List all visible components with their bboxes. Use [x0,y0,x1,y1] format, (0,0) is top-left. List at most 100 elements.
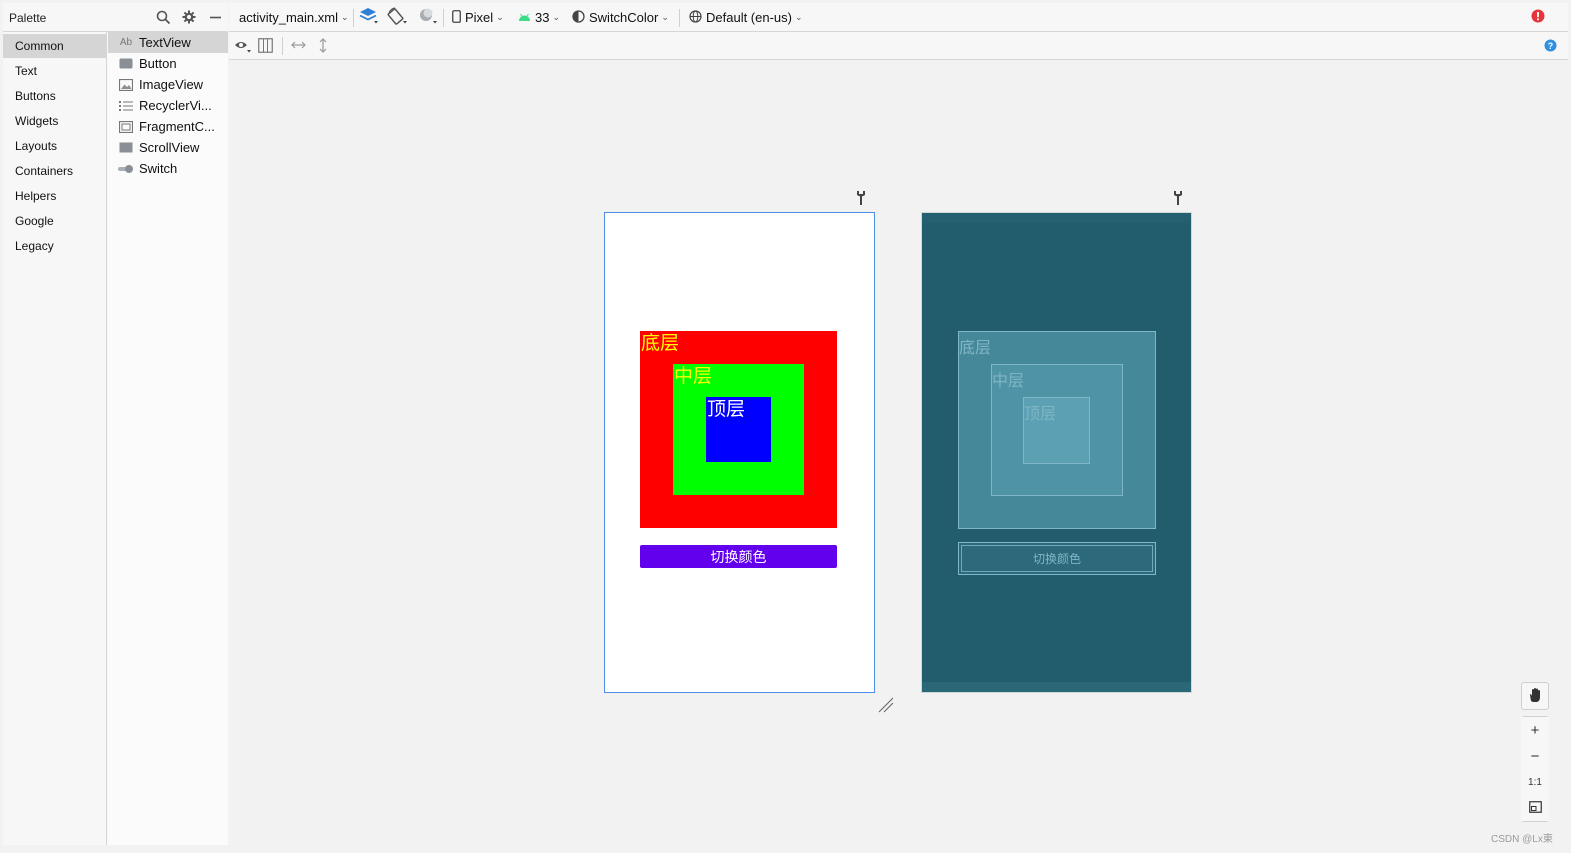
zoom-out-button[interactable]: − [1521,743,1549,769]
category-helpers[interactable]: Helpers [3,184,106,208]
blueprint-top-label: 顶层 [1024,406,1057,423]
palette-panel: Palette Common Text Buttons Widgets Layo… [3,3,228,845]
category-buttons[interactable]: Buttons [3,84,106,108]
scrollview-icon [118,141,134,155]
palette-categories: Common Text Buttons Widgets Layouts Cont… [3,32,107,845]
image-icon [118,78,134,92]
component-textview[interactable]: Ab TextView [108,32,228,53]
night-mode-button[interactable] [417,3,439,32]
category-legacy[interactable]: Legacy [3,234,106,258]
top-layer-label: 顶层 [707,399,746,420]
chevron-down-icon: ⌄ [661,12,669,22]
component-scrollview[interactable]: ScrollView [108,137,228,158]
component-label: TextView [139,35,191,50]
chevron-down-icon: ⌄ [340,12,349,22]
blueprint-status-bar [922,213,1191,223]
component-label: RecyclerVi... [139,98,212,113]
design-preview[interactable]: 底层 中层 顶层 切换颜色 [604,212,875,693]
device-selector[interactable]: Pixel ⌄ [452,3,504,32]
blueprint-bottom-label: 底层 [959,340,992,357]
night-mode-icon [417,7,439,28]
theme-icon [572,9,585,26]
theme-selector[interactable]: SwitchColor ⌄ [572,3,669,32]
category-containers[interactable]: Containers [3,159,106,183]
component-switch[interactable]: Switch [108,158,228,179]
category-widgets[interactable]: Widgets [3,109,106,133]
toolbar-divider [443,9,444,27]
layout-columns-icon[interactable] [258,38,273,56]
file-name: activity_main.xml [239,10,338,25]
horizontal-resize-icon[interactable] [291,39,306,54]
wrench-icon[interactable] [855,190,867,206]
component-label: ImageView [139,77,204,92]
blueprint-button-outline[interactable]: 切换颜色 [958,542,1156,575]
blueprint-nav-bar [922,682,1191,692]
toolbar-divider [353,9,354,27]
resize-handle-icon[interactable] [877,696,895,717]
component-label: Switch [139,161,178,176]
editor-toolbar: activity_main.xml ⌄ Pixel ⌄ 33 ⌄ SwitchC… [229,3,1568,32]
api-level-selector[interactable]: 33 ⌄ [518,3,560,32]
switch-color-button[interactable]: 切换颜色 [640,545,837,568]
category-layouts[interactable]: Layouts [3,134,106,158]
device-name: Pixel [465,10,494,25]
watermark: CSDN @Lx東 [1491,834,1553,845]
chevron-down-icon: ⌄ [794,12,803,22]
minimize-icon[interactable] [207,9,223,25]
palette-title: Palette [9,11,47,25]
help-icon[interactable]: ? [1544,39,1557,55]
theme-name: SwitchColor [589,10,659,25]
component-button[interactable]: Button [108,53,228,74]
blueprint-button-label: 切换颜色 [961,545,1153,572]
list-icon [118,99,134,113]
category-common[interactable]: Common [3,34,106,58]
orientation-button[interactable] [387,3,409,32]
error-indicator[interactable] [1531,3,1545,32]
design-canvas[interactable] [229,61,1568,845]
zoom-in-button[interactable]: + [1521,717,1549,743]
chevron-down-icon: ⌄ [496,12,504,22]
fit-screen-icon [1528,800,1542,817]
toolbar-divider [679,9,680,27]
button-icon [118,57,134,71]
blueprint-middle-label: 中层 [992,373,1025,390]
fit-screen-button[interactable] [1521,795,1549,821]
api-level: 33 [535,10,550,25]
android-icon [518,10,531,25]
gear-icon[interactable] [181,9,197,25]
eye-icon[interactable] [234,39,252,56]
error-icon [1531,9,1545,26]
phone-icon [452,9,461,26]
chevron-down-icon: ⌄ [552,12,561,22]
palette-components: Ab TextView Button ImageView RecyclerVi.… [108,32,228,845]
blueprint-preview[interactable]: 底层 中层 顶层 切换颜色 [921,212,1192,693]
vertical-resize-icon[interactable] [318,38,328,56]
top-layer[interactable]: 顶层 [706,397,771,462]
component-label: Button [139,56,177,71]
pan-button[interactable] [1521,682,1549,710]
component-label: ScrollView [139,140,200,155]
middle-layer-label: 中层 [674,366,713,387]
actual-size-button[interactable]: 1:1 [1521,769,1549,795]
category-text[interactable]: Text [3,59,106,83]
hand-icon [1527,687,1543,706]
view-options-toolbar: ? [229,32,1568,60]
component-fragmentcontainer[interactable]: FragmentC... [108,116,228,137]
component-imageview[interactable]: ImageView [108,74,228,95]
layers-icon [359,7,379,28]
category-google[interactable]: Google [3,209,106,233]
blueprint-top-layer[interactable]: 顶层 [1023,397,1090,464]
search-icon[interactable] [155,9,171,25]
locale-selector[interactable]: Default (en-us) ⌄ [689,3,803,32]
wrench-icon[interactable] [1172,190,1184,206]
component-recyclerview[interactable]: RecyclerVi... [108,95,228,116]
fragment-icon [118,120,134,134]
file-selector[interactable]: activity_main.xml ⌄ [239,3,349,32]
bottom-layer-label: 底层 [641,333,680,354]
svg-text:?: ? [1548,41,1554,51]
design-surface-button[interactable] [359,3,379,32]
switch-icon [118,162,134,176]
rotate-icon [387,7,409,28]
component-label: FragmentC... [139,119,215,134]
toolbar-divider [282,37,283,55]
